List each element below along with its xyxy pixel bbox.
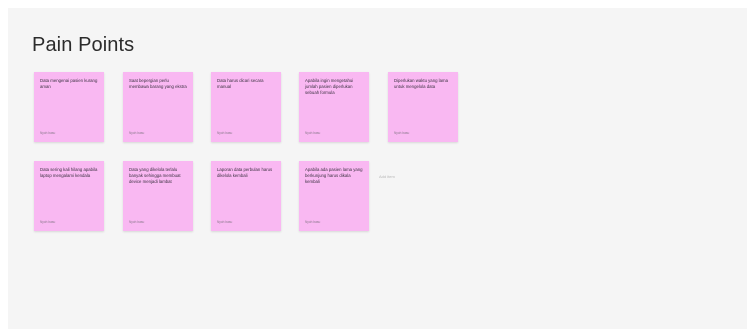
sticky-note-author: Nyoh basu bbox=[40, 131, 56, 135]
sticky-note[interactable]: Data mengenai pasien kurang aman Nyoh ba… bbox=[34, 72, 104, 142]
sticky-note-author: Nyoh basu bbox=[129, 131, 145, 135]
sticky-note-text: Data yang dikelola terlalu banyak sehing… bbox=[129, 167, 181, 184]
sticky-note-author: Nyoh basu bbox=[217, 131, 233, 135]
sticky-note-text: Laporan data perbulan harus dikelola kem… bbox=[217, 167, 273, 178]
whiteboard-canvas[interactable]: Pain Points Data mengenai pasien kurang … bbox=[8, 8, 747, 329]
sticky-note-author: Nyoh basu bbox=[394, 131, 410, 135]
sticky-note[interactable]: Apabila ada pasien lama yang berkunjung … bbox=[299, 161, 369, 231]
sticky-note-text: Apabila ada pasien lama yang berkunjung … bbox=[305, 167, 363, 184]
sticky-note[interactable]: Saat bepergian perlu membawa barang yang… bbox=[123, 72, 193, 142]
sticky-note[interactable]: Data sering kali hilang apabila laptop m… bbox=[34, 161, 104, 231]
sticky-note-text: Saat bepergian perlu membawa barang yang… bbox=[129, 78, 187, 89]
sticky-note-text: Data mengenai pasien kurang aman bbox=[40, 78, 98, 89]
board-title: Pain Points bbox=[32, 34, 135, 56]
sticky-note[interactable]: Laporan data perbulan harus dikelola kem… bbox=[211, 161, 281, 231]
sticky-note[interactable]: Diperlukan waktu yang lama untuk mengelo… bbox=[388, 72, 458, 142]
sticky-note[interactable]: Data harus dicari secara manual Nyoh bas… bbox=[211, 72, 281, 142]
sticky-note-text: Diperlukan waktu yang lama untuk mengelo… bbox=[394, 78, 448, 89]
sticky-note-text: Data harus dicari secara manual bbox=[217, 78, 264, 89]
sticky-note-text: Data sering kali hilang apabila laptop m… bbox=[40, 167, 98, 178]
sticky-note[interactable]: Apabila ingin mengetahui jumlah pasien d… bbox=[299, 72, 369, 142]
sticky-note-author: Nyoh basu bbox=[305, 220, 321, 224]
sticky-note-author: Nyoh basu bbox=[40, 220, 56, 224]
add-item-button[interactable]: Add item bbox=[379, 174, 395, 179]
sticky-note-author: Nyoh basu bbox=[129, 220, 145, 224]
sticky-note[interactable]: Data yang dikelola terlalu banyak sehing… bbox=[123, 161, 193, 231]
sticky-note-text: Apabila ingin mengetahui jumlah pasien d… bbox=[305, 78, 354, 95]
sticky-note-author: Nyoh basu bbox=[305, 131, 321, 135]
sticky-note-author: Nyoh basu bbox=[217, 220, 233, 224]
